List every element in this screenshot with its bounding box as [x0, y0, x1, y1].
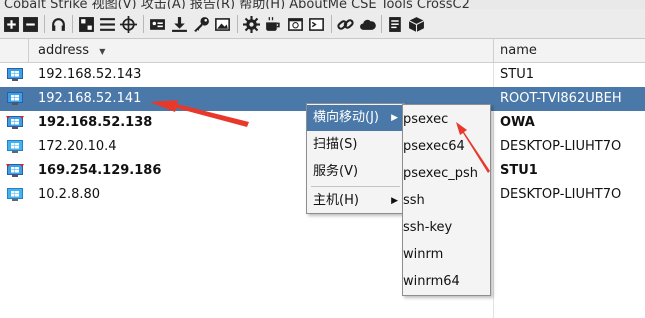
- menu-separator: [311, 186, 400, 187]
- cloud-icon[interactable]: [358, 15, 376, 33]
- lateral-movement-submenu: psexec psexec64 psexec_psh ssh ssh-key w…: [402, 104, 491, 296]
- link-icon[interactable]: [336, 15, 354, 33]
- cell-address: 192.168.52.143: [38, 67, 142, 82]
- table-header: address ▼ name: [0, 39, 645, 63]
- windows-compromised-icon: [6, 163, 24, 178]
- submenu-item-ssh-key[interactable]: ssh-key: [403, 215, 490, 241]
- submenu-item-ssh[interactable]: ssh: [403, 188, 490, 214]
- disconnect-icon[interactable]: [21, 15, 39, 33]
- table-row[interactable]: 192.168.52.143 STU1: [0, 63, 645, 87]
- submenu-item-winrm64[interactable]: winrm64: [403, 269, 490, 295]
- box-icon[interactable]: [407, 15, 425, 33]
- pivot-graph-icon[interactable]: [77, 15, 95, 33]
- windows-icon: [6, 187, 24, 202]
- submenu-item-psexec[interactable]: psexec: [403, 107, 490, 133]
- cell-name: STU1: [500, 67, 534, 82]
- cell-name: OWA: [500, 115, 535, 130]
- cell-address: 169.254.129.186: [38, 163, 162, 178]
- coffee-icon[interactable]: [263, 15, 281, 33]
- windows-admin-icon: [6, 67, 24, 82]
- submenu-item-psexec64[interactable]: psexec64: [403, 134, 490, 160]
- menu-bar-text: Cobalt Strike 视图(V) 攻击(A) 报告(R) 帮助(H) Ab…: [4, 0, 470, 9]
- cell-address: 172.20.10.4: [38, 139, 117, 154]
- downloads-icon[interactable]: [170, 15, 188, 33]
- column-header-address[interactable]: address ▼: [38, 39, 105, 62]
- menu-item-lateral-movement[interactable]: 横向移动(J) ▶: [307, 105, 404, 131]
- menu-item-scan[interactable]: 扫描(S): [307, 132, 404, 158]
- windows-admin-icon: [6, 91, 24, 106]
- submenu-arrow-icon: ▶: [391, 196, 398, 206]
- connect-icon[interactable]: [2, 15, 20, 33]
- submenu-arrow-icon: ▶: [391, 113, 398, 123]
- toolbar: [0, 9, 645, 39]
- web-icon[interactable]: [286, 15, 304, 33]
- context-menu: 横向移动(J) ▶ 扫描(S) 服务(V) 主机(H) ▶: [306, 103, 405, 214]
- cell-address: 10.2.8.80: [38, 187, 101, 202]
- credentials-icon[interactable]: [148, 15, 166, 33]
- column-header-name[interactable]: name: [500, 39, 537, 62]
- note-icon[interactable]: [386, 15, 404, 33]
- windows-icon: [6, 139, 24, 154]
- keystrokes-icon[interactable]: [192, 15, 210, 33]
- cell-address: 192.168.52.141: [38, 91, 142, 106]
- menu-item-host[interactable]: 主机(H) ▶: [307, 188, 404, 214]
- menu-item-services[interactable]: 服务(V): [307, 159, 404, 185]
- screenshots-icon[interactable]: [213, 15, 231, 33]
- cell-name: STU1: [500, 163, 538, 178]
- session-table-icon[interactable]: [98, 15, 116, 33]
- console-icon[interactable]: [307, 15, 325, 33]
- submenu-item-winrm[interactable]: winrm: [403, 242, 490, 268]
- windows-compromised-icon: [6, 115, 24, 130]
- submenu-item-psexec-psh[interactable]: psexec_psh: [403, 161, 490, 187]
- cell-address: 192.168.52.138: [38, 115, 153, 130]
- targets-icon[interactable]: [119, 15, 137, 33]
- menu-bar: Cobalt Strike 视图(V) 攻击(A) 报告(R) 帮助(H) Ab…: [0, 0, 645, 9]
- settings-icon[interactable]: [242, 15, 260, 33]
- cell-name: DESKTOP-LIUHT7O: [500, 139, 622, 154]
- headphones-icon[interactable]: [49, 15, 67, 33]
- sort-desc-icon: ▼: [99, 47, 106, 56]
- cell-name: ROOT-TVI862UBEH: [500, 91, 622, 106]
- cell-name: DESKTOP-LIUHT7O: [500, 187, 622, 202]
